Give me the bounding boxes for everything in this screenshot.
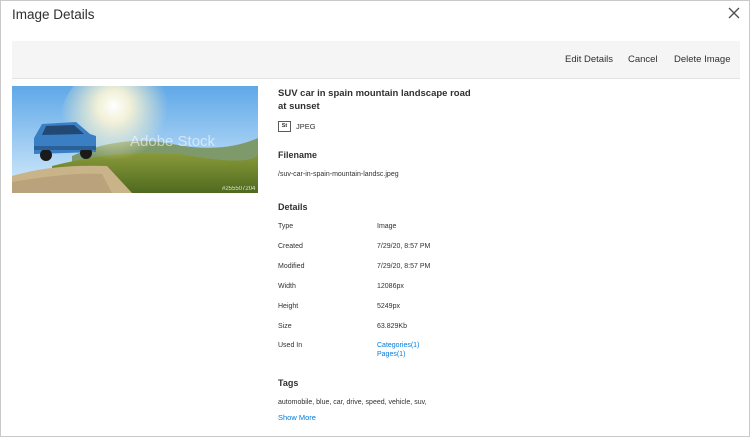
details-heading: Details (278, 202, 308, 212)
file-type-label: JPEG (296, 122, 316, 131)
modal-title: Image Details (12, 7, 95, 22)
used-in-label: Used In (278, 342, 303, 349)
stock-id-label: #255507204 (222, 186, 256, 192)
show-more-link[interactable]: Show More (278, 413, 316, 422)
tags-heading: Tags (278, 378, 299, 388)
categories-link[interactable]: Categories(1) (377, 342, 419, 349)
width-label: Width (278, 283, 296, 290)
file-type: St JPEG (278, 121, 316, 132)
created-label: Created (278, 243, 303, 250)
size-value: 63.829Kb (377, 323, 407, 330)
adobe-stock-badge-icon: St (278, 121, 291, 132)
width-value: 12086px (377, 283, 404, 290)
cancel-button[interactable]: Cancel (628, 54, 658, 65)
adobe-stock-watermark: Adobe Stock (130, 133, 216, 150)
modified-value: 7/29/20, 8:57 PM (377, 263, 431, 270)
height-value: 5249px (377, 303, 400, 310)
size-label: Size (278, 323, 292, 330)
filename-value: /suv-car-in-spain-mountain-landsc.jpeg (278, 171, 399, 178)
image-details-modal: Image Details Edit Details Cancel Delete… (0, 0, 750, 437)
type-label: Type (278, 223, 294, 230)
height-label: Height (278, 303, 299, 310)
toolbar: Edit Details Cancel Delete Image (12, 41, 740, 79)
type-value: Image (377, 223, 397, 230)
delete-image-button[interactable]: Delete Image (674, 54, 731, 65)
filename-heading: Filename (278, 150, 318, 160)
pages-link[interactable]: Pages(1) (377, 351, 405, 358)
image-preview: Adobe Stock #255507204 (12, 86, 258, 193)
image-title: SUV car in spain mountain landscape road… (278, 88, 471, 112)
modified-label: Modified (278, 263, 305, 270)
close-icon[interactable] (726, 5, 742, 21)
created-value: 7/29/20, 8:57 PM (377, 243, 431, 250)
edit-details-button[interactable]: Edit Details (565, 54, 613, 65)
tags-value: automobile, blue, car, drive, speed, veh… (278, 399, 427, 406)
